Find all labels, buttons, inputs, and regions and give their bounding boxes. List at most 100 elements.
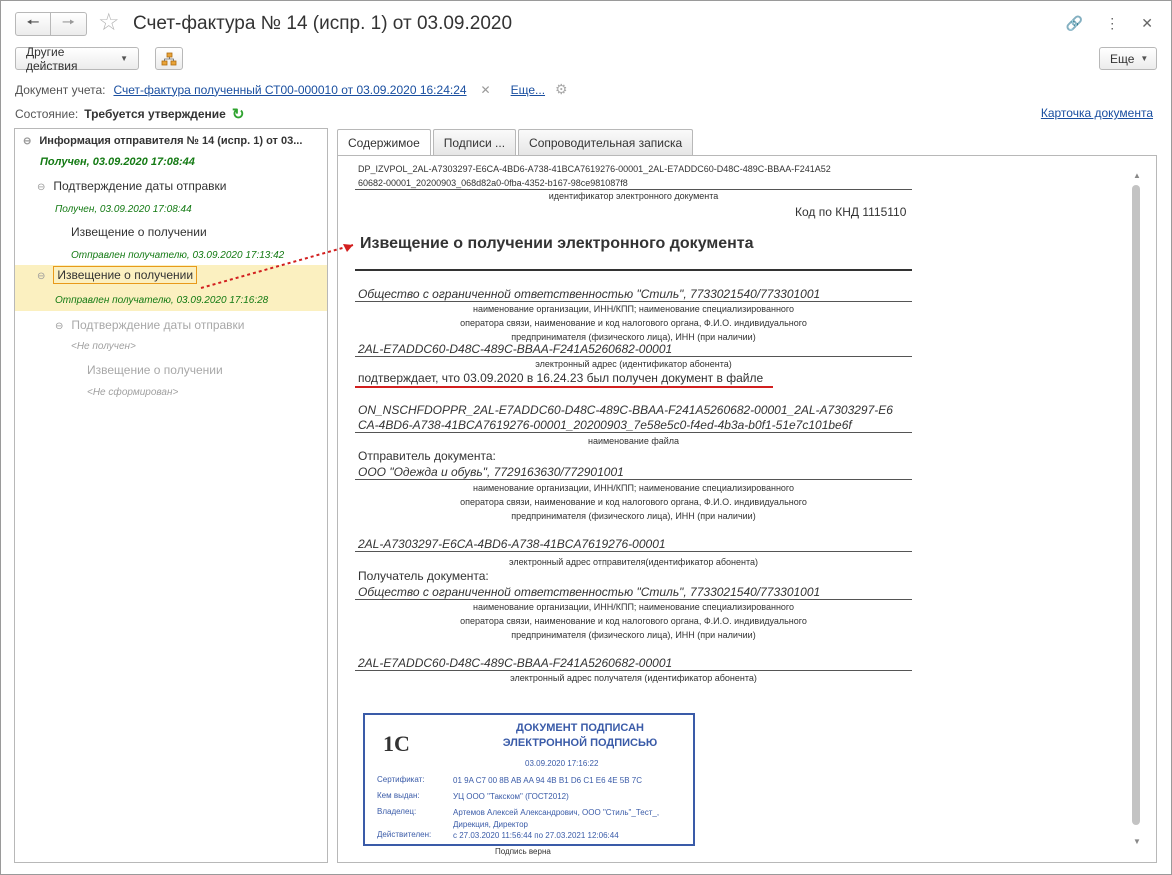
tab-cover-note[interactable]: Сопроводительная записка <box>518 129 694 155</box>
electronic-signature-stamp: 1С ДОКУМЕНТ ПОДПИСАН ЭЛЕКТРОННОЙ ПОДПИСЬ… <box>363 713 695 846</box>
more-label: Еще <box>1110 51 1135 66</box>
favorite-star-icon[interactable]: ☆ <box>98 11 120 35</box>
sender-label: Отправитель документа: <box>358 449 496 463</box>
state-value: Требуется утверждение <box>84 107 226 121</box>
divider <box>355 670 912 671</box>
link-icon[interactable]: 🔗 <box>1066 15 1083 32</box>
doc-id-caption: идентификатор электронного документа <box>548 191 719 201</box>
stamp-title-line-2: ЭЛЕКТРОННОЙ ПОДПИСЬЮ <box>502 737 658 749</box>
gear-icon[interactable]: ⚙ <box>555 81 568 98</box>
caption-sender-line-3: предпринимателя (физического лица), ИНН … <box>511 511 756 521</box>
confirmation-text: подтверждает, что 03.09.2020 в 16.24.23 … <box>358 371 764 385</box>
close-icon[interactable]: ✕ <box>1141 15 1153 32</box>
stamp-date: 03.09.2020 17:16:22 <box>525 759 599 768</box>
state-row: Состояние: Требуется утверждение ↻ <box>15 105 244 123</box>
document-heading: Извещение о получении электронного докум… <box>360 235 754 252</box>
more-link[interactable]: Еще... <box>511 83 545 97</box>
other-actions-button[interactable]: Другие действия ▼ <box>15 44 139 73</box>
caption-sender-address: электронный адрес отправителя(идентифика… <box>509 557 758 567</box>
caption-org-line-3: предпринимателя (физического лица), ИНН … <box>511 332 756 342</box>
tree-node-date-confirm-label: Подтверждение даты отправки <box>53 179 227 193</box>
document-card-link[interactable]: Карточка документа <box>1041 106 1153 120</box>
stamp-issuer-label: Кем выдан: <box>377 791 420 800</box>
signature-valid-text: Подпись верна <box>495 847 551 856</box>
1c-logo: 1С <box>383 731 410 756</box>
stamp-valid-value: с 27.03.2020 11:56:44 по 27.03.2021 12:0… <box>453 831 619 840</box>
tree-node-date-confirm-2-status: <Не получен> <box>71 341 136 352</box>
caption-receiver-line-2: оператора связи, наименование и код нало… <box>460 616 807 626</box>
doc-id-line-1: DP_IZVPOL_2AL-A7303297-E6CA-4BD6-A738-41… <box>358 164 831 174</box>
caption-receiver-line-1: наименование организации, ИНН/КПП; наиме… <box>472 602 795 612</box>
tree-node-receipt-notice-2[interactable]: Извещение о получении <box>87 363 223 377</box>
tree-node-receipt-notice-selected-status: Отправлен получателю, 03.09.2020 17:16:2… <box>55 295 269 306</box>
hierarchy-icon <box>161 52 177 65</box>
tree-node-receipt-notice-selected-label: Извещение о получении <box>53 266 198 284</box>
tree-node-root-status: Получен, 03.09.2020 17:08:44 <box>40 156 195 168</box>
divider <box>355 356 912 357</box>
caption-receiver-address: электронный адрес получателя (идентифика… <box>510 673 757 683</box>
doc-id-line-2: 60682-00001_20200903_068d82a0-0fba-4352-… <box>358 178 628 188</box>
knd-code: Код по КНД 1115110 <box>795 205 907 219</box>
more-dots-icon[interactable]: ⋮ <box>1105 15 1119 32</box>
divider <box>355 269 912 271</box>
tree-node-date-confirm-2[interactable]: ⊖ Подтверждение даты отправки <box>55 318 245 332</box>
scroll-up-icon[interactable]: ▲ <box>1133 171 1141 180</box>
caption-org-line-2: оператора связи, наименование и код нало… <box>460 318 807 328</box>
tab-content[interactable]: Содержимое <box>337 129 431 156</box>
chevron-down-icon: ▼ <box>1140 54 1149 63</box>
scroll-down-icon[interactable]: ▼ <box>1133 837 1141 846</box>
more-button[interactable]: Еще ▼ <box>1099 47 1157 70</box>
caption-receiver-line-3: предпринимателя (физического лица), ИНН … <box>511 630 756 640</box>
red-annotation-underline <box>355 386 773 388</box>
caption-sender-line-1: наименование организации, ИНН/КПП; наиме… <box>472 483 795 493</box>
window-title: Счет-фактура № 14 (испр. 1) от 03.09.202… <box>133 13 513 34</box>
scrollbar-thumb[interactable] <box>1132 185 1140 825</box>
divider <box>355 189 912 190</box>
electronic-address-1: 2AL-E7ADDC60-D48C-489C-BBAA-F241A5260682… <box>358 342 673 356</box>
collapse-icon[interactable]: ⊖ <box>55 321 63 332</box>
stamp-owner-value: Артемов Алексей Александрович, ООО "Стил… <box>453 808 660 829</box>
state-label: Состояние: <box>15 107 79 121</box>
tree-node-date-confirm-status: Получен, 03.09.2020 17:08:44 <box>55 204 192 215</box>
divider <box>355 599 912 600</box>
stamp-owner-label: Владелец: <box>377 807 417 816</box>
tree-node-receipt-notice-2-status: <Не сформирован> <box>87 387 179 398</box>
tree-node-receipt-notice-status: Отправлен получателю, 03.09.2020 17:13:4… <box>71 250 285 261</box>
tree-node-receipt-notice-selected[interactable]: ⊖ Извещение о получении <box>37 266 198 284</box>
tree-node-root-label: Информация отправителя № 14 (испр. 1) от… <box>39 135 303 147</box>
stamp-cert-value: 01 9A C7 00 8B AB AA 94 4B B1 D6 C1 E6 4… <box>453 776 643 785</box>
tab-signatures[interactable]: Подписи ... <box>432 129 517 155</box>
receiver-electronic-address: 2AL-E7ADDC60-D48C-489C-BBAA-F241A5260682… <box>358 656 673 670</box>
other-actions-label: Другие действия <box>26 44 78 73</box>
file-name-line-2: CA-4BD6-A738-41BCA7619276-00001_20200903… <box>358 418 852 432</box>
stamp-cert-label: Сертификат: <box>377 775 425 784</box>
navigation-buttons: 🠔 🠖 <box>15 12 87 36</box>
file-name-line-1: ON_NSCHFDOPPR_2AL-E7ADDC60-D48C-489C-BBA… <box>358 403 893 417</box>
caption-org-line-1: наименование организации, ИНН/КПП; наиме… <box>472 304 795 314</box>
divider <box>355 432 912 433</box>
forward-arrow-icon[interactable]: 🠖 <box>51 12 87 36</box>
content-tabs: Содержимое Подписи ... Сопроводительная … <box>337 129 695 156</box>
collapse-icon[interactable]: ⊖ <box>37 182 45 193</box>
accounting-document-label: Документ учета: <box>15 82 106 97</box>
document-window: 🠔 🠖 ☆ Счет-фактура № 14 (испр. 1) от 03.… <box>0 0 1172 875</box>
accounting-document-link[interactable]: Счет-фактура полученный СТ00-000010 от 0… <box>113 83 466 97</box>
divider <box>355 479 912 480</box>
stamp-title-line-1: ДОКУМЕНТ ПОДПИСАН <box>516 722 644 734</box>
tree-node-receipt-notice[interactable]: Извещение о получении <box>71 225 207 239</box>
stamp-issuer-value: УЦ ООО "Такском" (ГОСТ2012) <box>453 792 569 801</box>
caption-sender-line-2: оператора связи, наименование и код нало… <box>460 497 807 507</box>
collapse-icon[interactable]: ⊖ <box>37 271 45 282</box>
accounting-document-row: Документ учета: Счет-фактура полученный … <box>15 81 568 98</box>
document-scrollbar[interactable]: ▲ ▼ <box>1129 171 1143 861</box>
divider <box>355 301 912 302</box>
receiver-name: Общество с ограниченной ответственностью… <box>358 585 821 599</box>
structure-button[interactable] <box>155 47 183 70</box>
clear-icon[interactable]: ✕ <box>481 83 491 97</box>
tree-node-date-confirm[interactable]: ⊖ Подтверждение даты отправки <box>37 179 227 193</box>
collapse-icon[interactable]: ⊖ <box>23 136 31 147</box>
refresh-icon[interactable]: ↻ <box>232 105 245 123</box>
back-arrow-icon[interactable]: 🠔 <box>15 12 51 36</box>
tree-node-root[interactable]: ⊖ Информация отправителя № 14 (испр. 1) о… <box>23 135 302 147</box>
tree-node-date-confirm-2-label: Подтверждение даты отправки <box>71 318 245 332</box>
